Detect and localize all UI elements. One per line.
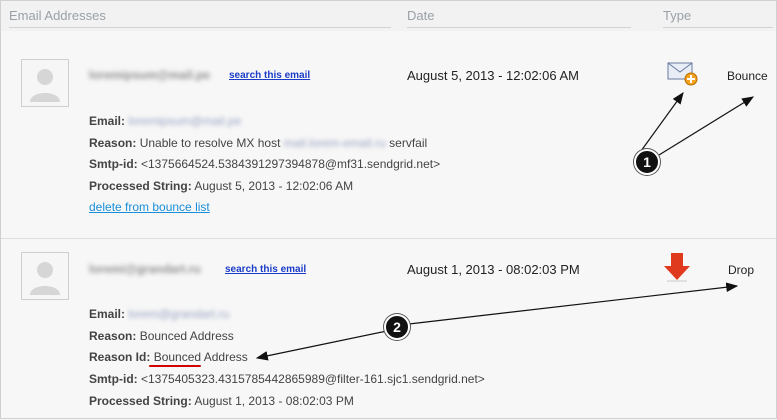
envelope-warning-icon: [667, 61, 699, 90]
header-underline-date: [407, 27, 631, 28]
header-underline-email: [9, 27, 391, 28]
smtp-id-value: <1375664524.5384391297394878@mf31.sendgr…: [141, 157, 441, 171]
default-avatar-icon: [22, 253, 68, 299]
event-date: August 1, 2013 - 08:02:03 PM: [407, 262, 580, 277]
column-header-date[interactable]: Date: [407, 8, 434, 23]
down-arrow-icon: [663, 252, 691, 285]
email-address-blurred: loremi@grandart.ru: [89, 262, 201, 276]
event-date: August 5, 2013 - 12:02:06 AM: [407, 68, 580, 83]
reason-field: Reason: Bounced Address: [89, 329, 234, 343]
table-row-bounce: loremipsum@mail.pe search this email Aug…: [1, 39, 776, 239]
email-field-label: Email:: [89, 307, 126, 321]
annotation-badge-2: 2: [384, 314, 410, 340]
avatar: [21, 252, 69, 300]
email-field-value: loremipsum@mail.pe: [128, 114, 242, 128]
processed-string-label: Processed String:: [89, 179, 192, 193]
reason-field-prefix: Unable to resolve MX host: [139, 136, 281, 150]
processed-string-field: Processed String: August 1, 2013 - 08:02…: [89, 394, 354, 408]
email-address-blurred: loremipsum@mail.pe: [89, 68, 211, 82]
annotation-badge-1: 1: [634, 149, 660, 175]
email-field-value: lorem@grandart.ru: [128, 307, 230, 321]
smtp-id-field: Smtp-id: <1375664524.5384391297394878@mf…: [89, 157, 440, 171]
reason-field-value: Bounced Address: [139, 329, 234, 343]
column-header-type[interactable]: Type: [663, 8, 691, 23]
email-field: Email: loremipsum@mail.pe: [89, 114, 241, 128]
annotation-red-underline: [149, 365, 201, 367]
table-header: Email Addresses Date Type: [1, 1, 776, 31]
processed-string-field: Processed String: August 5, 2013 - 12:02…: [89, 179, 353, 193]
reason-id-value: Bounced Address: [153, 350, 248, 364]
reason-field: Reason: Unable to resolve MX host mail.l…: [89, 136, 427, 150]
reason-field-label: Reason:: [89, 329, 137, 343]
default-avatar-icon: [22, 60, 68, 106]
processed-string-value: August 1, 2013 - 08:02:03 PM: [194, 394, 354, 408]
event-type-label: Bounce: [727, 69, 768, 83]
smtp-id-label: Smtp-id:: [89, 372, 138, 386]
search-this-email-link[interactable]: search this email: [225, 264, 306, 275]
header-underline-type: [663, 27, 773, 28]
processed-string-value: August 5, 2013 - 12:02:06 AM: [194, 179, 354, 193]
search-this-email-link[interactable]: search this email: [229, 70, 310, 81]
smtp-id-field: Smtp-id: <1375405323.4315785442865989@fi…: [89, 372, 485, 386]
email-field: Email: lorem@grandart.ru: [89, 307, 229, 321]
reason-field-host: mail.lorem-email.ru: [283, 136, 386, 150]
smtp-id-label: Smtp-id:: [89, 157, 138, 171]
event-type-label: Drop: [728, 263, 755, 277]
reason-id-label: Reason Id:: [89, 350, 151, 364]
smtp-id-value: <1375405323.4315785442865989@filter-161.…: [141, 372, 485, 386]
column-header-email[interactable]: Email Addresses: [9, 8, 106, 23]
delete-from-bounce-list-link[interactable]: delete from bounce list: [89, 200, 210, 214]
reason-field-suffix: servfail: [389, 136, 428, 150]
reason-field-label: Reason:: [89, 136, 137, 150]
email-field-label: Email:: [89, 114, 126, 128]
processed-string-label: Processed String:: [89, 394, 192, 408]
reason-id-field: Reason Id: Bounced Address: [89, 350, 248, 364]
avatar: [21, 59, 69, 107]
